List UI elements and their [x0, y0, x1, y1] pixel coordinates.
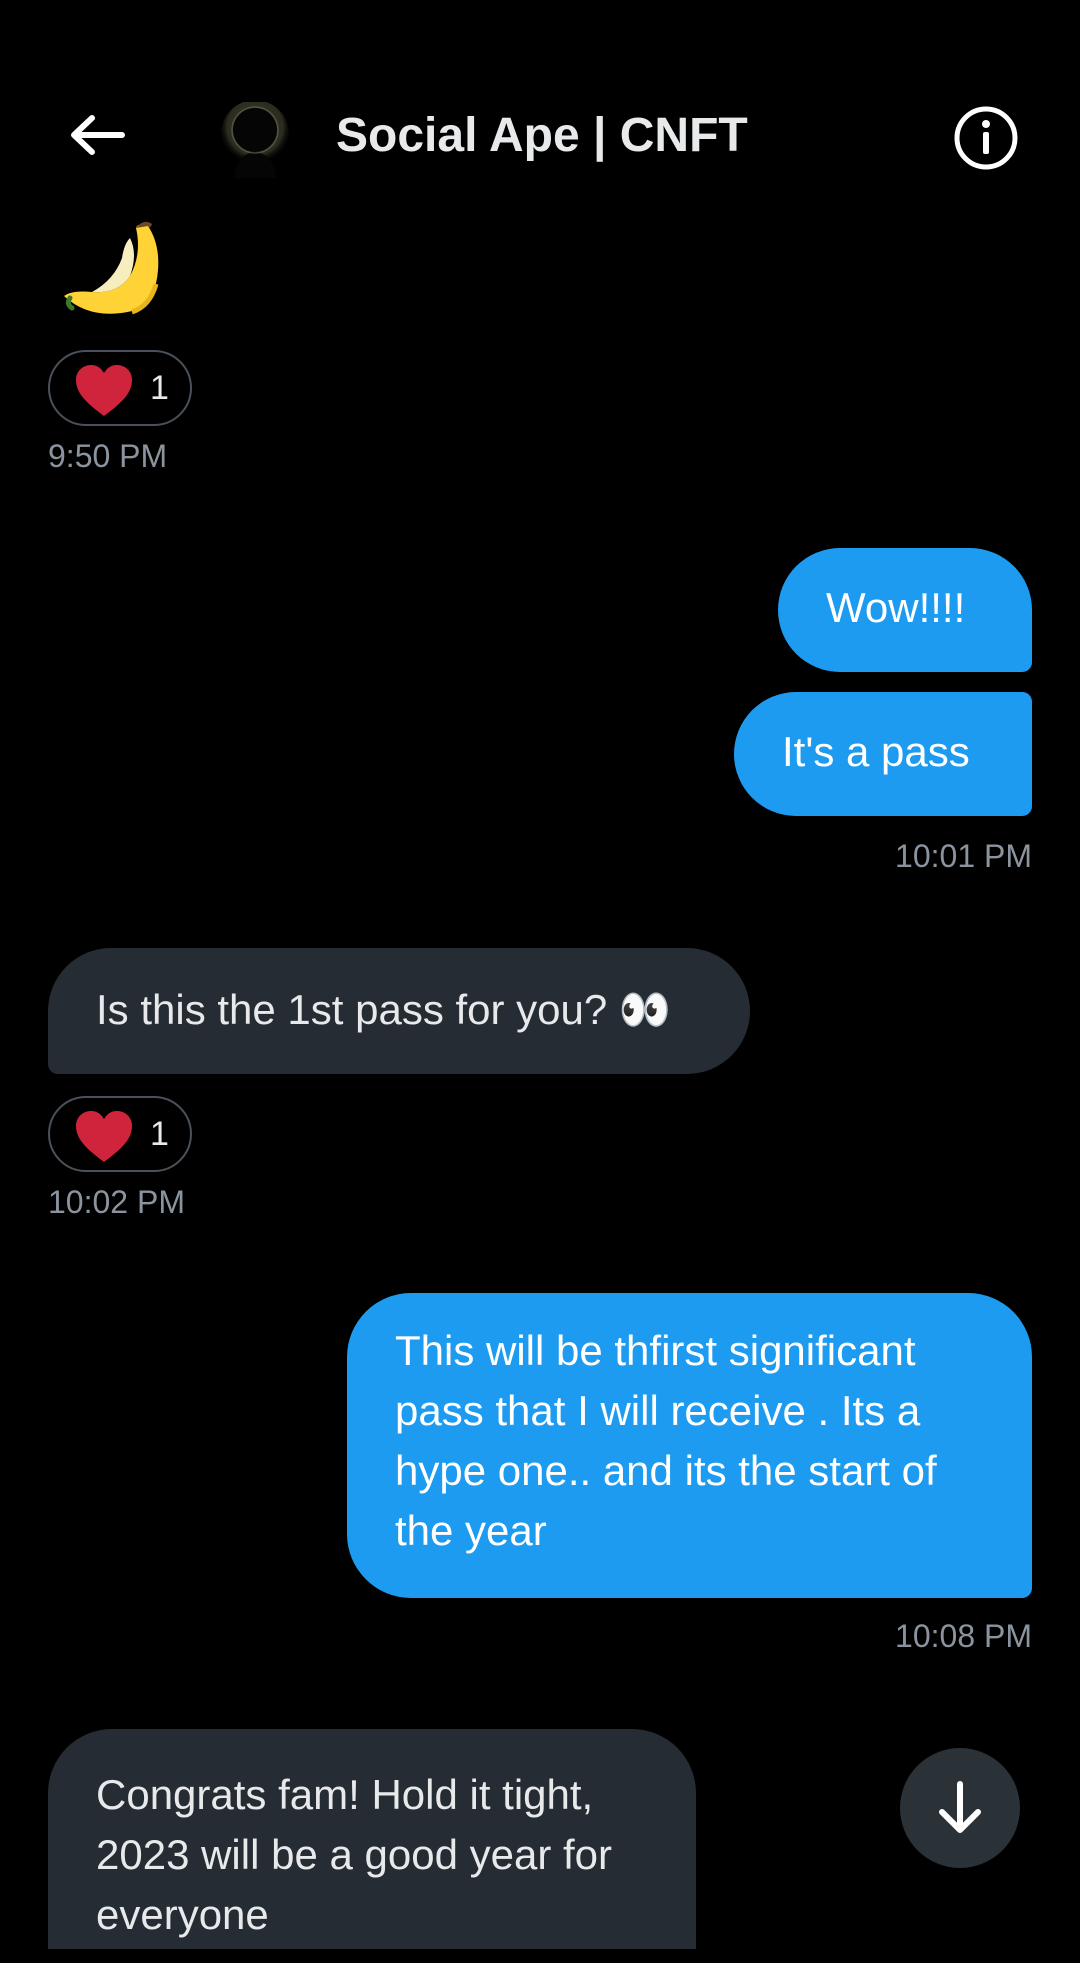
- message-bubble[interactable]: Wow!!!!: [778, 548, 1032, 672]
- message-text: It's a pass: [782, 728, 970, 775]
- message-timestamp: 9:50 PM: [48, 438, 168, 474]
- message-text: Is this the 1st pass for you? 👀: [96, 986, 672, 1033]
- conversation-header: Social Ape | CNFT: [0, 0, 1080, 210]
- avatar[interactable]: [220, 100, 290, 178]
- reaction-badge[interactable]: 1: [48, 350, 192, 426]
- message-text-line: This will be thfirst significant: [395, 1327, 916, 1374]
- info-button[interactable]: [950, 102, 1022, 174]
- conversation-title[interactable]: Social Ape | CNFT: [336, 104, 748, 168]
- arrow-left-icon: [71, 115, 125, 155]
- message-text-line: the year: [395, 1507, 547, 1554]
- message-bubble[interactable]: Congrats fam! Hold it tight, 2023 will b…: [48, 1729, 696, 1949]
- scroll-to-bottom-button[interactable]: [900, 1748, 1020, 1868]
- heart-icon: [76, 1111, 132, 1162]
- message-text: Wow!!!!: [826, 584, 966, 631]
- message-bubble[interactable]: It's a pass: [734, 692, 1032, 816]
- banana-emoji: [52, 214, 164, 330]
- reaction-badge[interactable]: 1: [48, 1096, 192, 1172]
- message-bubble[interactable]: Is this the 1st pass for you? 👀: [48, 948, 750, 1074]
- message-text-line: pass that I will receive . Its a: [395, 1387, 921, 1434]
- heart-icon: [76, 365, 132, 416]
- back-button[interactable]: [62, 104, 132, 174]
- reaction-count: 1: [150, 369, 169, 407]
- message-text-line: Congrats fam! Hold it tight,: [96, 1771, 594, 1818]
- info-icon: [954, 106, 1018, 170]
- message-timestamp: 10:08 PM: [895, 1618, 1032, 1654]
- reaction-count: 1: [150, 1115, 169, 1153]
- message-timestamp: 10:02 PM: [48, 1184, 185, 1220]
- message-text-line: 2023 will be a good year for: [96, 1831, 612, 1878]
- arrow-down-icon: [939, 1781, 981, 1833]
- message-bubble[interactable]: This will be thfirst significant pass th…: [347, 1293, 1032, 1598]
- message-timestamp: 10:01 PM: [895, 838, 1032, 874]
- message-text-line: hype one.. and its the start of: [395, 1447, 937, 1494]
- message-text-line: everyone: [96, 1891, 269, 1938]
